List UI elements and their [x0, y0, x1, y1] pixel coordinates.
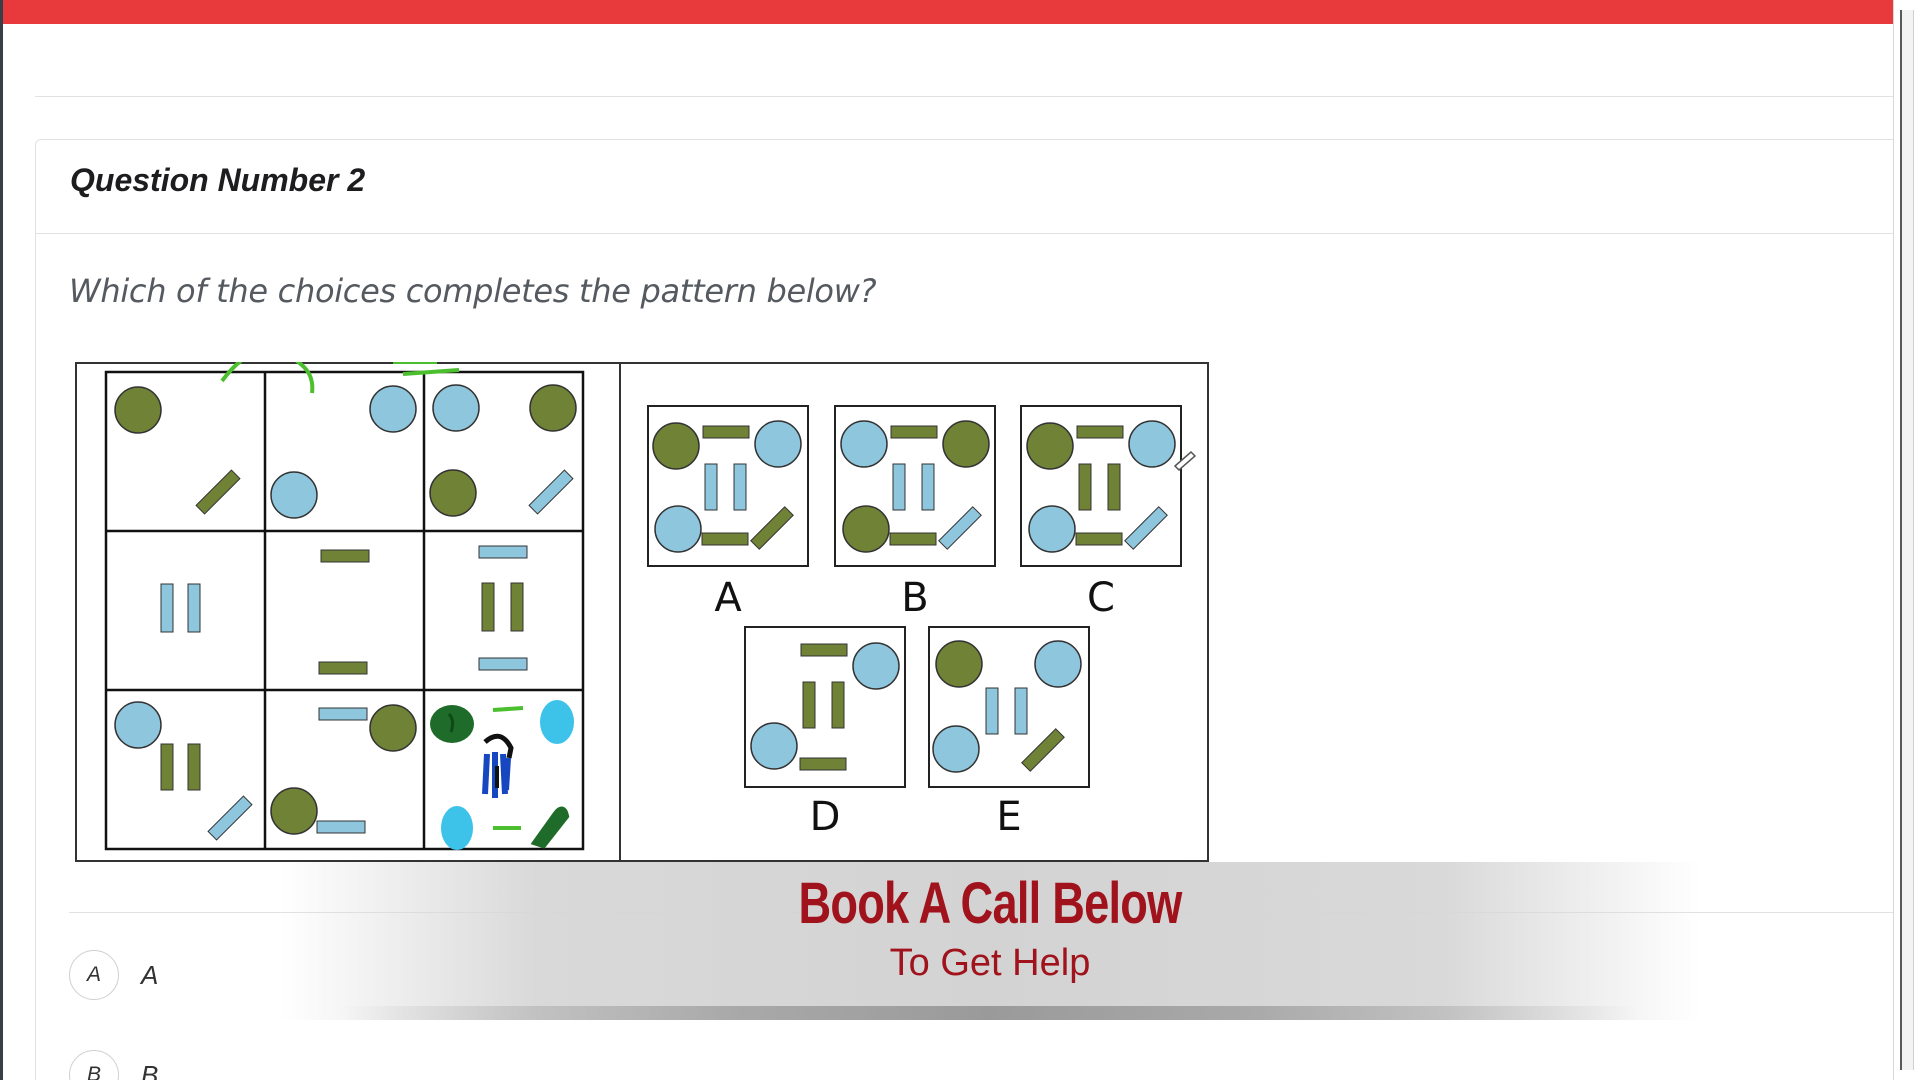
option-radio-a[interactable]: A [69, 950, 119, 1000]
choice-A [647, 405, 809, 567]
choice-C [1020, 405, 1182, 567]
choice-E [928, 626, 1090, 788]
option-label-b[interactable]: B [141, 1060, 158, 1080]
divider [35, 96, 1893, 97]
book-call-banner[interactable]: Book A Call Below To Get Help [280, 862, 1700, 1020]
card-header: Question Number 2 [36, 140, 1893, 234]
question-title: Question Number 2 [70, 162, 366, 198]
banner-shadow [340, 1006, 1640, 1020]
pattern-figure: A B C D E [75, 362, 1209, 862]
scrollbar[interactable] [1893, 0, 1920, 1080]
question-text: Which of the choices completes the patte… [69, 272, 877, 310]
banner-title: Book A Call Below [798, 871, 1182, 936]
window-edge [0, 0, 3, 1080]
choice-label-c: C [1087, 575, 1115, 621]
banner-subtitle: To Get Help [889, 942, 1091, 984]
choice-label-e: E [996, 794, 1021, 840]
choice-D [744, 626, 906, 788]
choice-B [834, 405, 996, 567]
choice-label-a: A [714, 575, 742, 621]
scrollbar-thumb[interactable] [1900, 10, 1914, 1070]
choice-label-d: D [810, 794, 841, 840]
choice-label-b: B [901, 575, 928, 621]
top-bar [0, 0, 1893, 24]
option-label-a[interactable]: A [141, 960, 158, 991]
